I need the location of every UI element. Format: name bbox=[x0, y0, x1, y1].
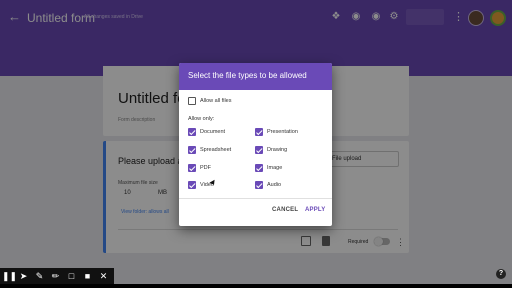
cancel-button[interactable]: CANCEL bbox=[272, 207, 298, 213]
video-checkbox[interactable] bbox=[188, 181, 196, 189]
allow-all-checkbox[interactable] bbox=[188, 97, 196, 105]
dialog-title: Select the file types to be allowed bbox=[188, 71, 307, 80]
drawing-label[interactable]: Drawing bbox=[267, 147, 287, 153]
camera-icon[interactable]: ■ bbox=[82, 270, 93, 282]
pause-icon[interactable]: ❚❚ bbox=[2, 270, 17, 282]
highlighter-icon[interactable]: ✏ bbox=[50, 270, 61, 282]
screen-bottom-edge bbox=[0, 284, 512, 288]
help-icon[interactable]: ? bbox=[496, 269, 506, 279]
spreadsheet-checkbox[interactable] bbox=[188, 146, 196, 154]
document-checkbox[interactable] bbox=[188, 128, 196, 136]
pdf-checkbox[interactable] bbox=[188, 164, 196, 172]
file-types-dialog: Select the file types to be allowed Allo… bbox=[179, 63, 332, 226]
pdf-label[interactable]: PDF bbox=[200, 165, 211, 171]
audio-label[interactable]: Audio bbox=[267, 182, 281, 188]
screen: ← Untitled form All changes saved in Dri… bbox=[0, 0, 512, 288]
allow-all-label[interactable]: Allow all files bbox=[200, 98, 231, 104]
dialog-divider bbox=[179, 198, 332, 199]
pen-icon[interactable]: ✎ bbox=[34, 270, 45, 282]
close-icon[interactable]: ✕ bbox=[98, 270, 109, 282]
image-checkbox[interactable] bbox=[255, 164, 263, 172]
presentation-checkbox[interactable] bbox=[255, 128, 263, 136]
audio-checkbox[interactable] bbox=[255, 181, 263, 189]
image-label[interactable]: Image bbox=[267, 165, 282, 171]
pointer-icon[interactable]: ➤ bbox=[18, 270, 29, 282]
rectangle-icon[interactable]: □ bbox=[66, 270, 77, 282]
allow-only-label: Allow only: bbox=[188, 116, 215, 122]
spreadsheet-label[interactable]: Spreadsheet bbox=[200, 147, 231, 153]
apply-button[interactable]: APPLY bbox=[305, 207, 325, 213]
drawing-checkbox[interactable] bbox=[255, 146, 263, 154]
presentation-label[interactable]: Presentation bbox=[267, 129, 298, 135]
document-label[interactable]: Document bbox=[200, 129, 225, 135]
